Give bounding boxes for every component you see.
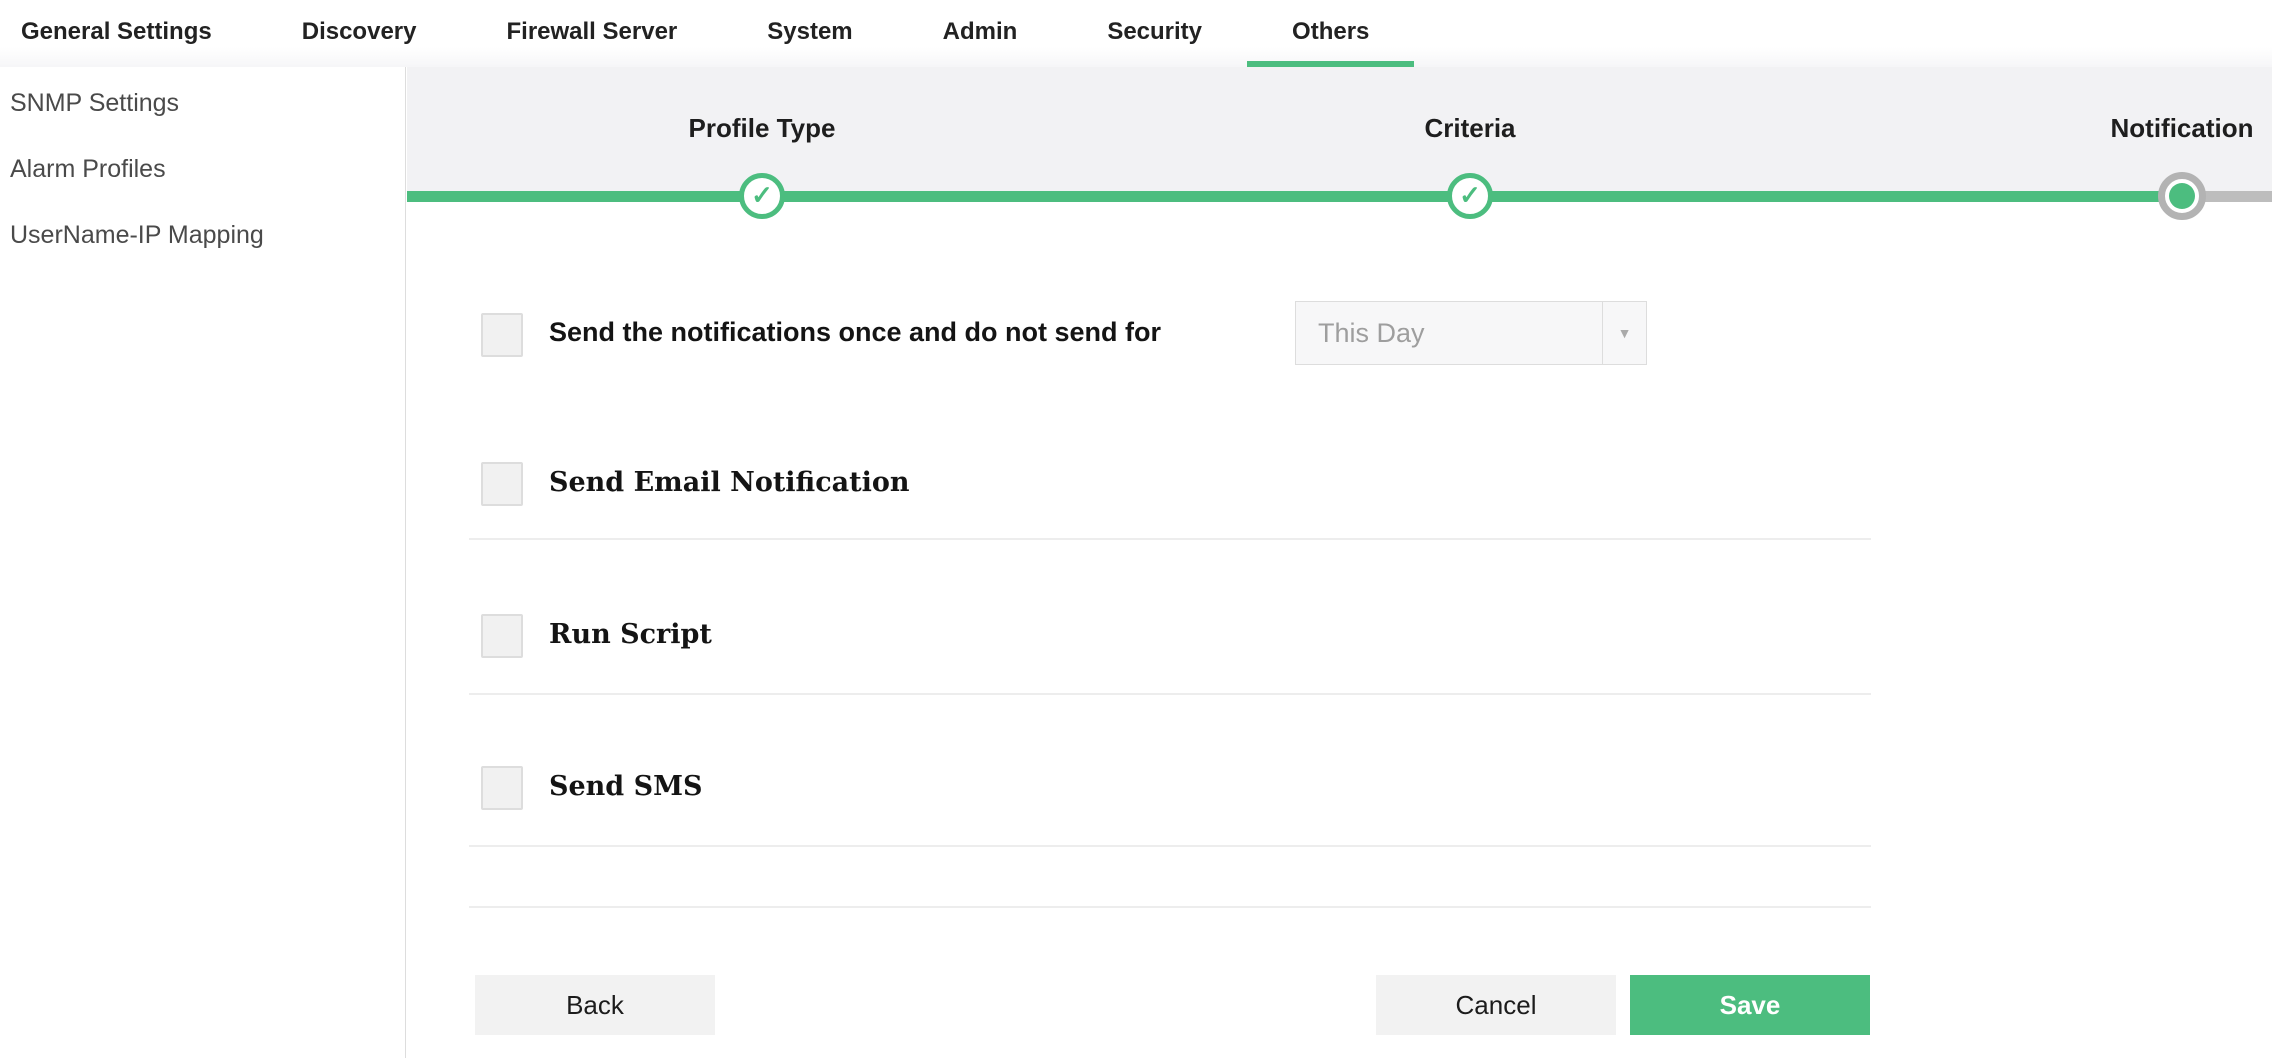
sidebar-item-snmp-settings[interactable]: SNMP Settings bbox=[0, 70, 405, 136]
checkbox-send-email[interactable] bbox=[481, 462, 523, 506]
top-navigation: General Settings Discovery Firewall Serv… bbox=[0, 0, 2272, 67]
check-icon: ✓ bbox=[1459, 182, 1481, 208]
dropdown-selected-value: This Day bbox=[1318, 302, 1425, 364]
stepper-track bbox=[407, 191, 2272, 202]
stepper-track-completed bbox=[407, 191, 2182, 202]
tab-firewall-server[interactable]: Firewall Server bbox=[461, 0, 722, 67]
sidebar-item-username-ip-mapping[interactable]: UserName-IP Mapping bbox=[0, 202, 405, 268]
sidebar-item-alarm-profiles[interactable]: Alarm Profiles bbox=[0, 136, 405, 202]
cancel-button[interactable]: Cancel bbox=[1376, 975, 1616, 1035]
tab-security[interactable]: Security bbox=[1062, 0, 1247, 67]
tab-list: General Settings Discovery Firewall Serv… bbox=[0, 0, 1414, 67]
checkbox-send-once[interactable] bbox=[481, 313, 523, 357]
row-divider bbox=[469, 906, 1871, 908]
tab-admin[interactable]: Admin bbox=[898, 0, 1063, 67]
option-label-send-email: Send Email Notification bbox=[549, 467, 910, 498]
chevron-down-icon: ▼ bbox=[1618, 325, 1632, 341]
step-label-profile-type: Profile Type bbox=[689, 113, 836, 144]
step-indicator-notification bbox=[2158, 172, 2206, 220]
step-label-criteria: Criteria bbox=[1424, 113, 1515, 144]
step-indicator-profile-type: ✓ bbox=[739, 173, 785, 219]
tab-general-settings[interactable]: General Settings bbox=[0, 0, 257, 67]
option-label-run-script: Run Script bbox=[549, 619, 712, 650]
step-indicator-criteria: ✓ bbox=[1447, 173, 1493, 219]
row-divider bbox=[469, 538, 1871, 540]
active-step-dot-icon bbox=[2169, 183, 2195, 209]
checkbox-send-sms[interactable] bbox=[481, 766, 523, 810]
save-button[interactable]: Save bbox=[1630, 975, 1870, 1035]
row-divider bbox=[469, 845, 1871, 847]
checkbox-run-script[interactable] bbox=[481, 614, 523, 658]
tab-discovery[interactable]: Discovery bbox=[257, 0, 462, 67]
settings-page: General Settings Discovery Firewall Serv… bbox=[0, 0, 2272, 1058]
check-icon: ✓ bbox=[751, 182, 773, 208]
option-label-send-sms: Send SMS bbox=[549, 771, 702, 802]
tab-others[interactable]: Others bbox=[1247, 0, 1414, 67]
row-divider bbox=[469, 693, 1871, 695]
settings-sidebar: SNMP Settings Alarm Profiles UserName-IP… bbox=[0, 67, 406, 1058]
option-label-send-once: Send the notifications once and do not s… bbox=[549, 317, 1161, 348]
dropdown-arrow-cell[interactable]: ▼ bbox=[1602, 302, 1646, 364]
tab-system[interactable]: System bbox=[722, 0, 897, 67]
send-once-period-dropdown[interactable]: This Day ▼ bbox=[1295, 301, 1647, 365]
alarm-profile-wizard: Profile Type Criteria Notification ✓ ✓ S… bbox=[407, 67, 2272, 1058]
back-button[interactable]: Back bbox=[475, 975, 715, 1035]
step-label-notification: Notification bbox=[2111, 113, 2254, 144]
wizard-stepper: Profile Type Criteria Notification bbox=[407, 67, 2272, 191]
